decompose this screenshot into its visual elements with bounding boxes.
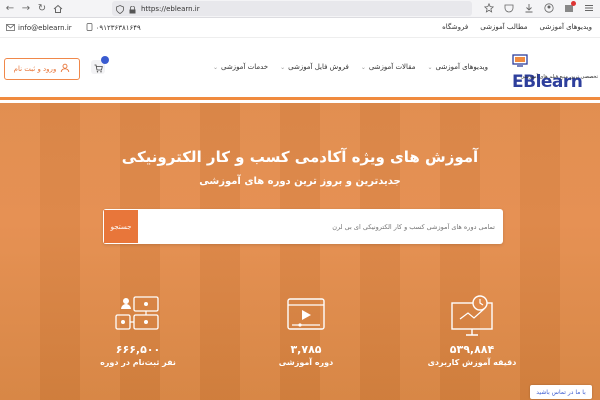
hero-title: آموزش های ویژه آکادمی کسب و کار الکترونی… [121, 148, 479, 166]
stat-courses: ۳,۷۸۵ دوره آموزشی [246, 293, 366, 367]
shield-icon [116, 0, 124, 18]
hero-section: آموزش های ویژه آکادمی کسب و کار الکترونی… [0, 103, 600, 400]
stat-minutes: ۵۳۹,۸۸۴ دقیقه آموزش کاربردی [412, 293, 532, 367]
phone-link[interactable]: ۰۹۱۲۳۶۳۸۱۶۴۹ [86, 23, 141, 33]
chevron-down-icon: ⌄ [427, 63, 433, 71]
account-icon[interactable] [542, 1, 556, 15]
lock-icon [129, 0, 136, 18]
cart-badge [101, 56, 109, 64]
stat-enrolled: ۶۶۶,۵۰۰ نفر ثبت‌نام در دوره [78, 293, 198, 367]
video-player-icon [280, 293, 332, 341]
contact-us-chip[interactable]: با ما در تماس باشید [530, 385, 592, 399]
top-info-bar: info@eblearn.ir ۰۹۱۲۳۶۳۸۱۶۴۹ ویدیوهای آم… [0, 18, 600, 38]
download-icon[interactable] [522, 1, 536, 15]
top-link-shop[interactable]: فروشگاه [442, 23, 468, 31]
users-network-icon [112, 293, 164, 341]
bookmark-star-icon[interactable] [482, 1, 496, 15]
chevron-down-icon: ⌄ [280, 63, 286, 71]
search-input[interactable] [139, 209, 503, 244]
login-register-button[interactable]: ورود و ثبت نام [4, 58, 80, 80]
search-button[interactable]: جستجو [103, 209, 139, 244]
url-text: https://eblearn.ir [141, 4, 200, 13]
email-link[interactable]: info@eblearn.ir [6, 23, 72, 33]
logo-tagline: تخصصی ترین منبع فیلم های آموزشی [520, 74, 599, 80]
menu-item-videos[interactable]: ویدیوهای آموزشی ⌄ [427, 63, 488, 71]
back-icon[interactable]: ← [2, 1, 18, 17]
reload-icon[interactable]: ↻ [34, 1, 50, 17]
logo-text: EBlearn [512, 52, 598, 92]
search-bar: جستجو [103, 209, 503, 244]
menu-item-services[interactable]: خدمات آموزشی ⌄ [213, 63, 268, 71]
extension-icon[interactable] [562, 1, 576, 15]
hero-subtitle: جدیدترین و بروز ترین دوره های آموزشی [199, 176, 401, 187]
chevron-down-icon: ⌄ [212, 63, 218, 71]
pocket-icon[interactable] [502, 1, 516, 15]
address-bar[interactable]: https://eblearn.ir [112, 1, 472, 16]
stats-row: ۵۳۹,۸۸۴ دقیقه آموزش کاربردی ۳,۷۸۵ دوره آ… [0, 293, 600, 383]
main-menu: ویدیوهای آموزشی ⌄ مقالات آموزشی ⌄ فروش ف… [213, 63, 488, 71]
clock-monitor-icon [446, 293, 498, 341]
logo-monitor-icon [512, 52, 528, 72]
site-logo[interactable]: EBlearn تخصصی ترین منبع فیلم های آموزشی [512, 52, 599, 92]
chevron-down-icon: ⌄ [360, 63, 366, 71]
site-header: ورود و ثبت نام ویدیوهای آموزشی ⌄ مقالات … [0, 38, 600, 100]
menu-item-articles[interactable]: مقالات آموزشی ⌄ [361, 63, 416, 71]
menu-item-files[interactable]: فروش فایل آموزشی ⌄ [280, 63, 349, 71]
mail-icon [6, 23, 15, 33]
browser-toolbar: ← → ↻ https://eblearn.ir [0, 0, 600, 18]
top-link-videos[interactable]: ویدیوهای آموزشی [540, 23, 593, 31]
top-link-articles[interactable]: مطالب آموزشی [480, 23, 527, 31]
phone-icon [86, 23, 93, 33]
forward-icon[interactable]: → [18, 1, 34, 17]
menu-icon[interactable] [582, 1, 596, 15]
cart-button[interactable] [91, 56, 109, 74]
home-icon[interactable] [50, 1, 66, 17]
user-icon [60, 63, 70, 75]
